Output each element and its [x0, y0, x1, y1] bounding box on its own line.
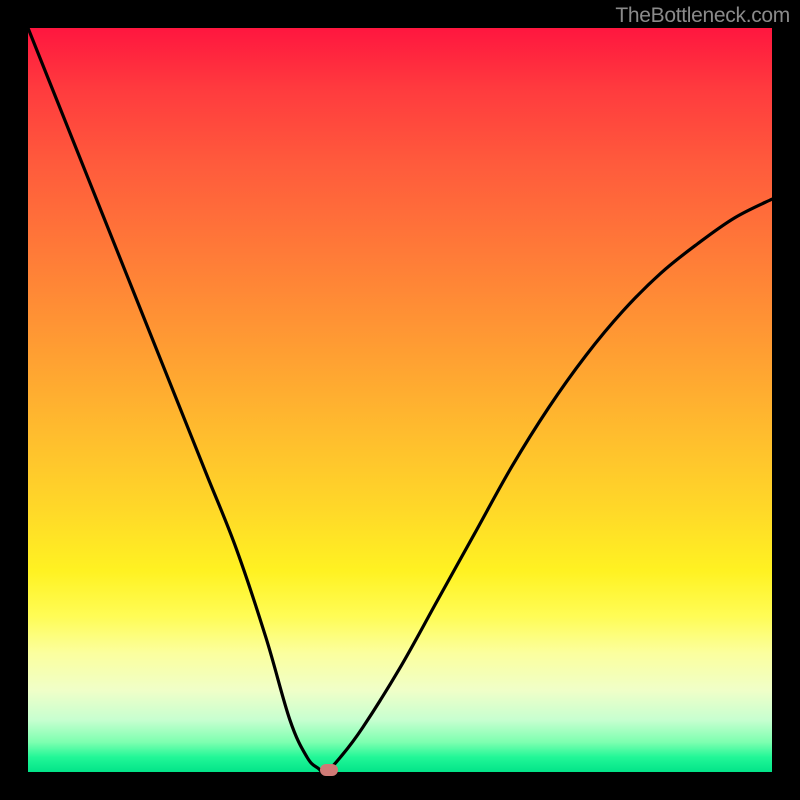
- curve-path: [28, 28, 772, 772]
- chart-frame: TheBottleneck.com: [0, 0, 800, 800]
- bottleneck-curve: [28, 28, 772, 772]
- minimum-marker: [320, 764, 338, 776]
- plot-area: [28, 28, 772, 772]
- attribution-text: TheBottleneck.com: [615, 4, 790, 28]
